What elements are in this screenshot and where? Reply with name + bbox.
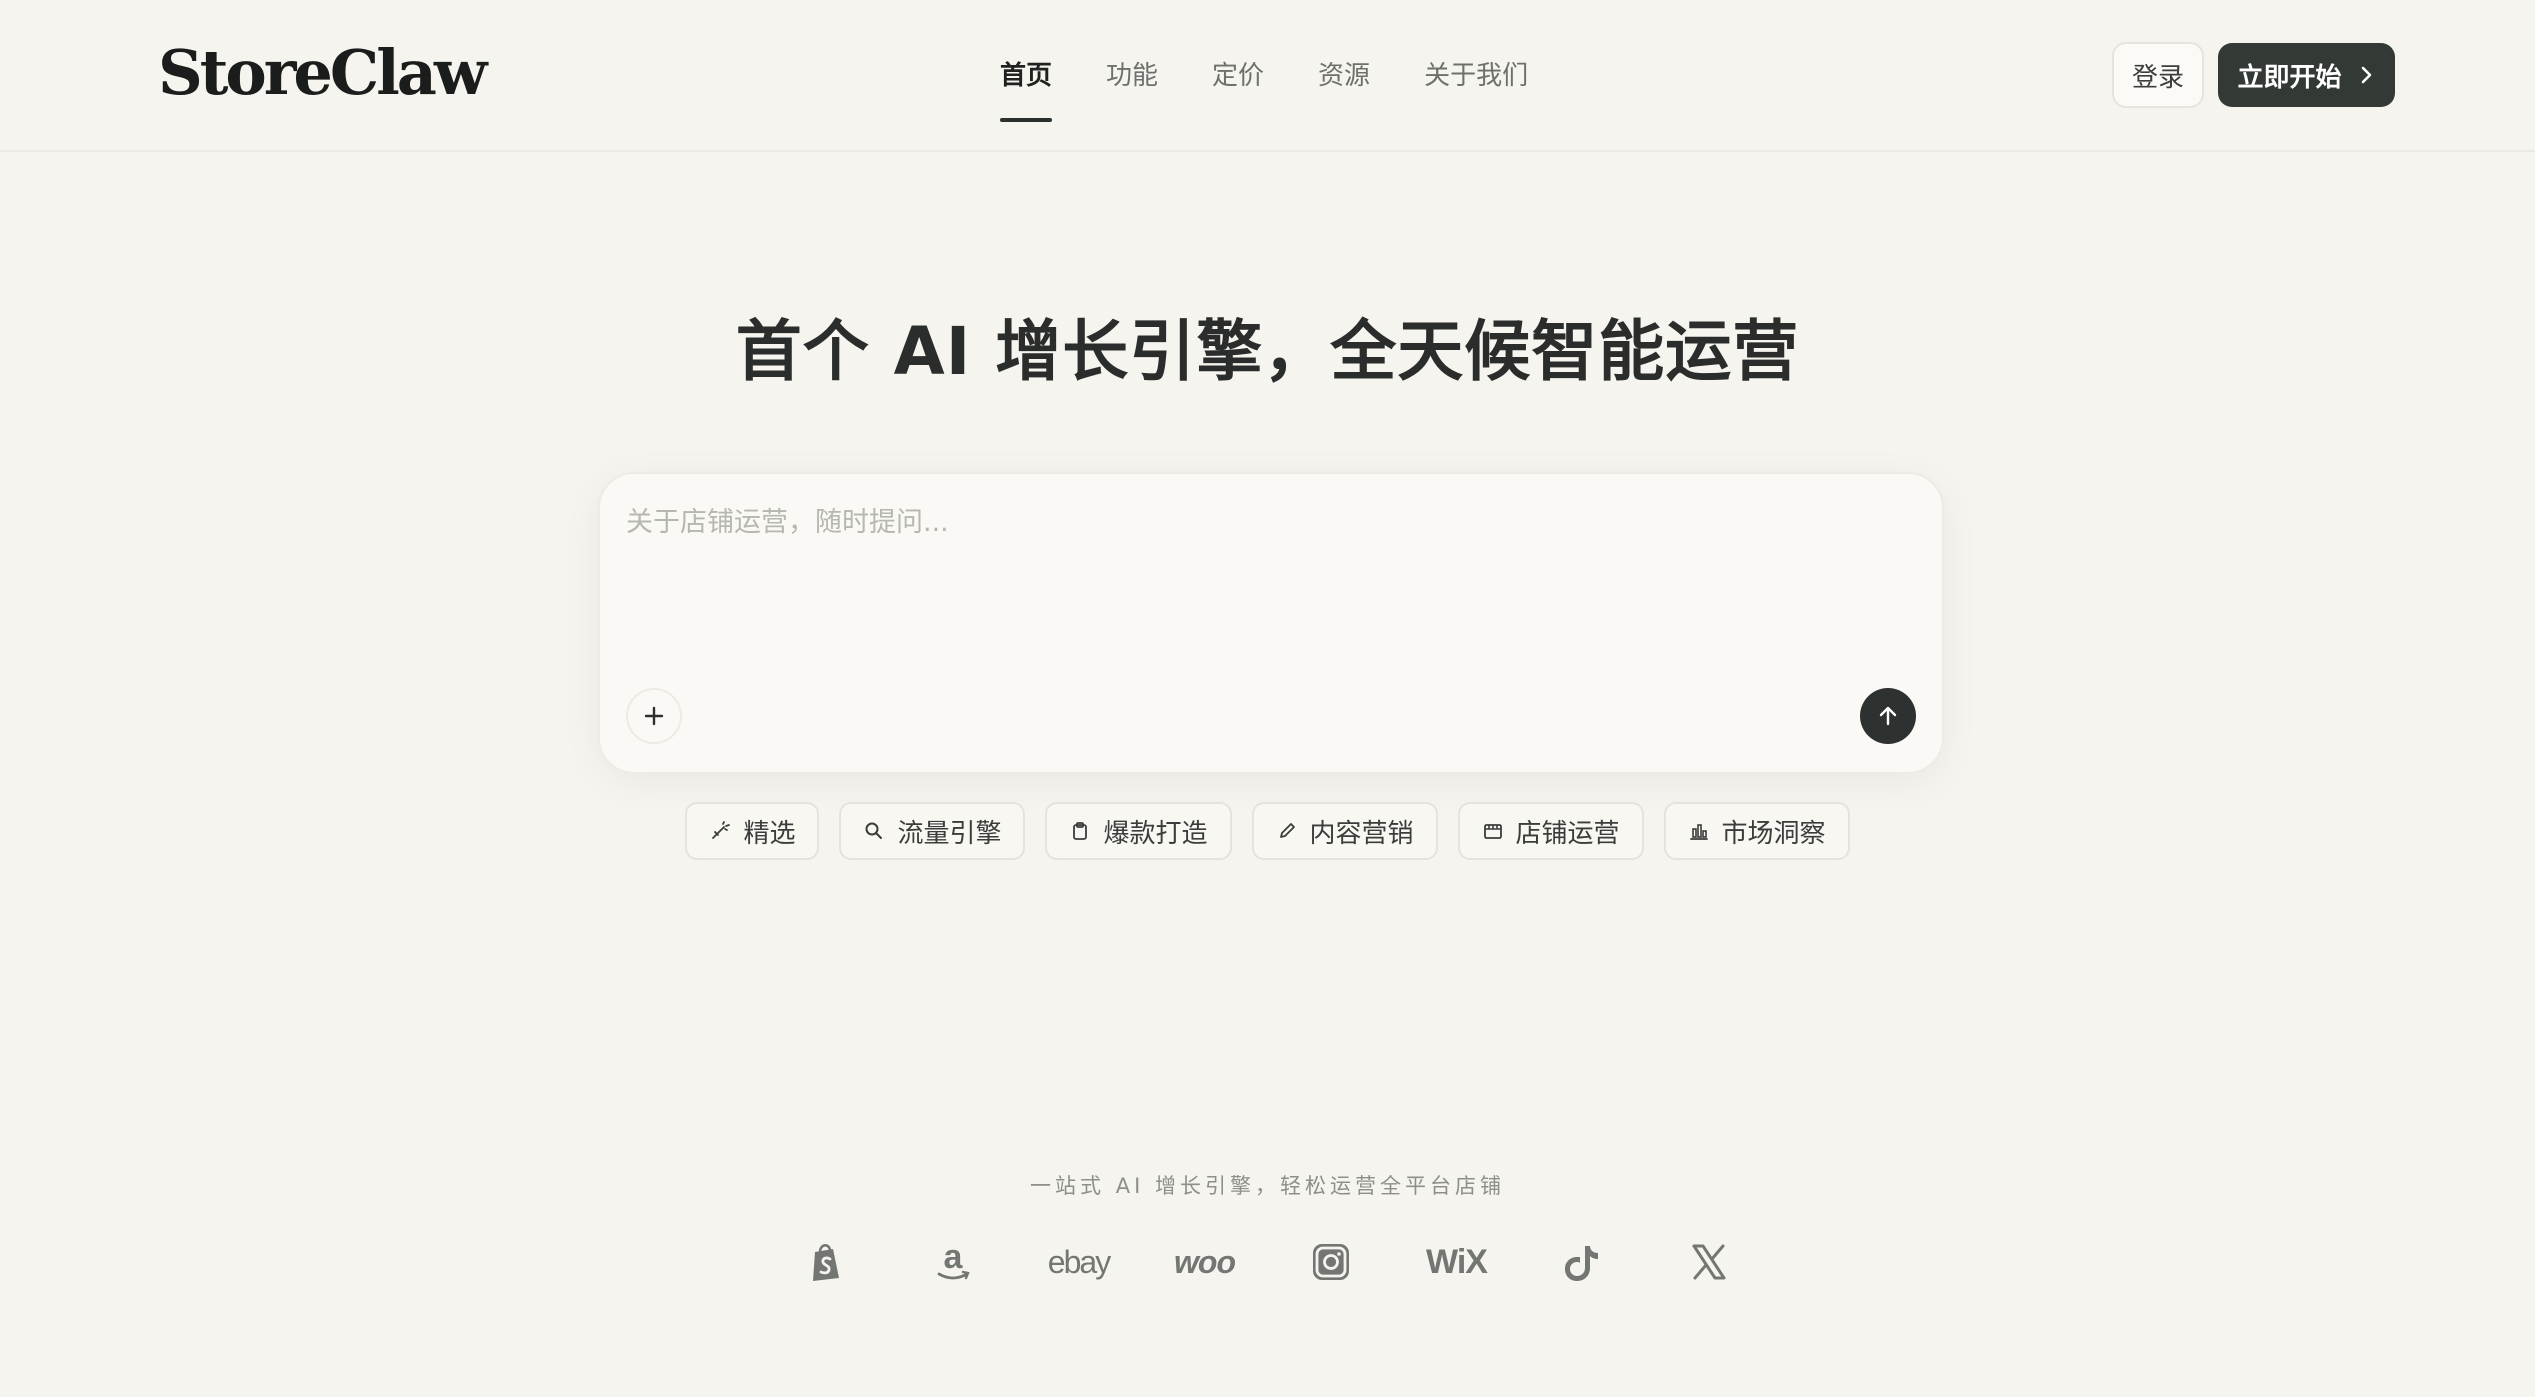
chip-label: 店铺运营 <box>1515 818 1620 849</box>
chevron-right-icon <box>2361 66 2371 84</box>
chip-label: 精选 <box>743 818 796 849</box>
ebay-wordmark: ebay <box>1047 1243 1111 1280</box>
send-button[interactable] <box>1860 688 1916 744</box>
woo-wordmark: woo <box>1174 1243 1236 1280</box>
nav-item-features[interactable]: 功能 <box>1106 52 1158 112</box>
x-icon <box>1646 1232 1772 1292</box>
bar-chart-icon <box>1689 824 1708 840</box>
store-icon <box>1483 824 1502 839</box>
wix-icon: WiX <box>1394 1232 1520 1292</box>
chip-label: 爆款打造 <box>1103 818 1208 849</box>
nav-item-home[interactable]: 首页 <box>1000 52 1053 122</box>
get-started-label: 立即开始 <box>2237 62 2342 93</box>
prompt-box <box>598 472 1944 774</box>
shopify-icon <box>764 1232 890 1292</box>
arrow-up-icon <box>1879 706 1897 726</box>
main-nav: 首页 功能 定价 资源 关于我们 <box>1000 52 1582 122</box>
platforms-tagline: 一站式 AI 增长引擎，轻松运营全平台店铺 <box>1030 1174 1505 1198</box>
wix-wordmark: WiX <box>1426 1242 1488 1281</box>
chip-featured[interactable]: 精选 <box>685 802 820 860</box>
chip-content-marketing[interactable]: 内容营销 <box>1251 802 1438 860</box>
chip-hit-products[interactable]: 爆款打造 <box>1045 802 1232 860</box>
chip-label: 流量引擎 <box>897 818 1002 849</box>
chip-market-insights[interactable]: 市场洞察 <box>1663 802 1850 860</box>
suggestion-chips: 精选 流量引擎 爆款打造 内容营销 店铺运营 市场洞察 <box>0 802 2535 860</box>
sparkle-pen-icon <box>712 821 731 839</box>
nav-item-about[interactable]: 关于我们 <box>1424 52 1528 112</box>
woo-icon: woo <box>1142 1232 1268 1292</box>
tiktok-icon <box>1520 1232 1646 1292</box>
ebay-icon: ebay <box>1016 1232 1142 1292</box>
instagram-icon <box>1268 1232 1394 1292</box>
amazon-icon: a <box>890 1232 1016 1292</box>
svg-text:a: a <box>943 1238 963 1276</box>
logo[interactable]: StoreClaw <box>158 36 487 109</box>
chip-label: 内容营销 <box>1309 818 1414 849</box>
hero-title: 首个 AI 增长引擎，全天候智能运营 <box>735 313 1800 390</box>
clipboard-icon <box>1073 822 1088 840</box>
chip-label: 市场洞察 <box>1721 818 1826 849</box>
prompt-input[interactable] <box>626 500 1906 660</box>
nav-item-pricing[interactable]: 定价 <box>1212 52 1264 112</box>
chip-traffic-engine[interactable]: 流量引擎 <box>839 802 1026 860</box>
pencil-icon <box>1279 823 1295 838</box>
login-button[interactable]: 登录 <box>2112 42 2204 108</box>
platform-logos: a ebay woo WiX <box>0 1232 2535 1292</box>
search-icon <box>865 822 883 839</box>
get-started-button[interactable]: 立即开始 <box>2218 43 2395 107</box>
chip-store-operations[interactable]: 店铺运营 <box>1457 802 1644 860</box>
attach-button[interactable] <box>626 688 682 744</box>
top-header: StoreClaw 首页 功能 定价 资源 关于我们 登录 立即开始 <box>0 0 2535 152</box>
nav-item-resources[interactable]: 资源 <box>1318 52 1370 112</box>
plus-icon <box>644 706 664 726</box>
